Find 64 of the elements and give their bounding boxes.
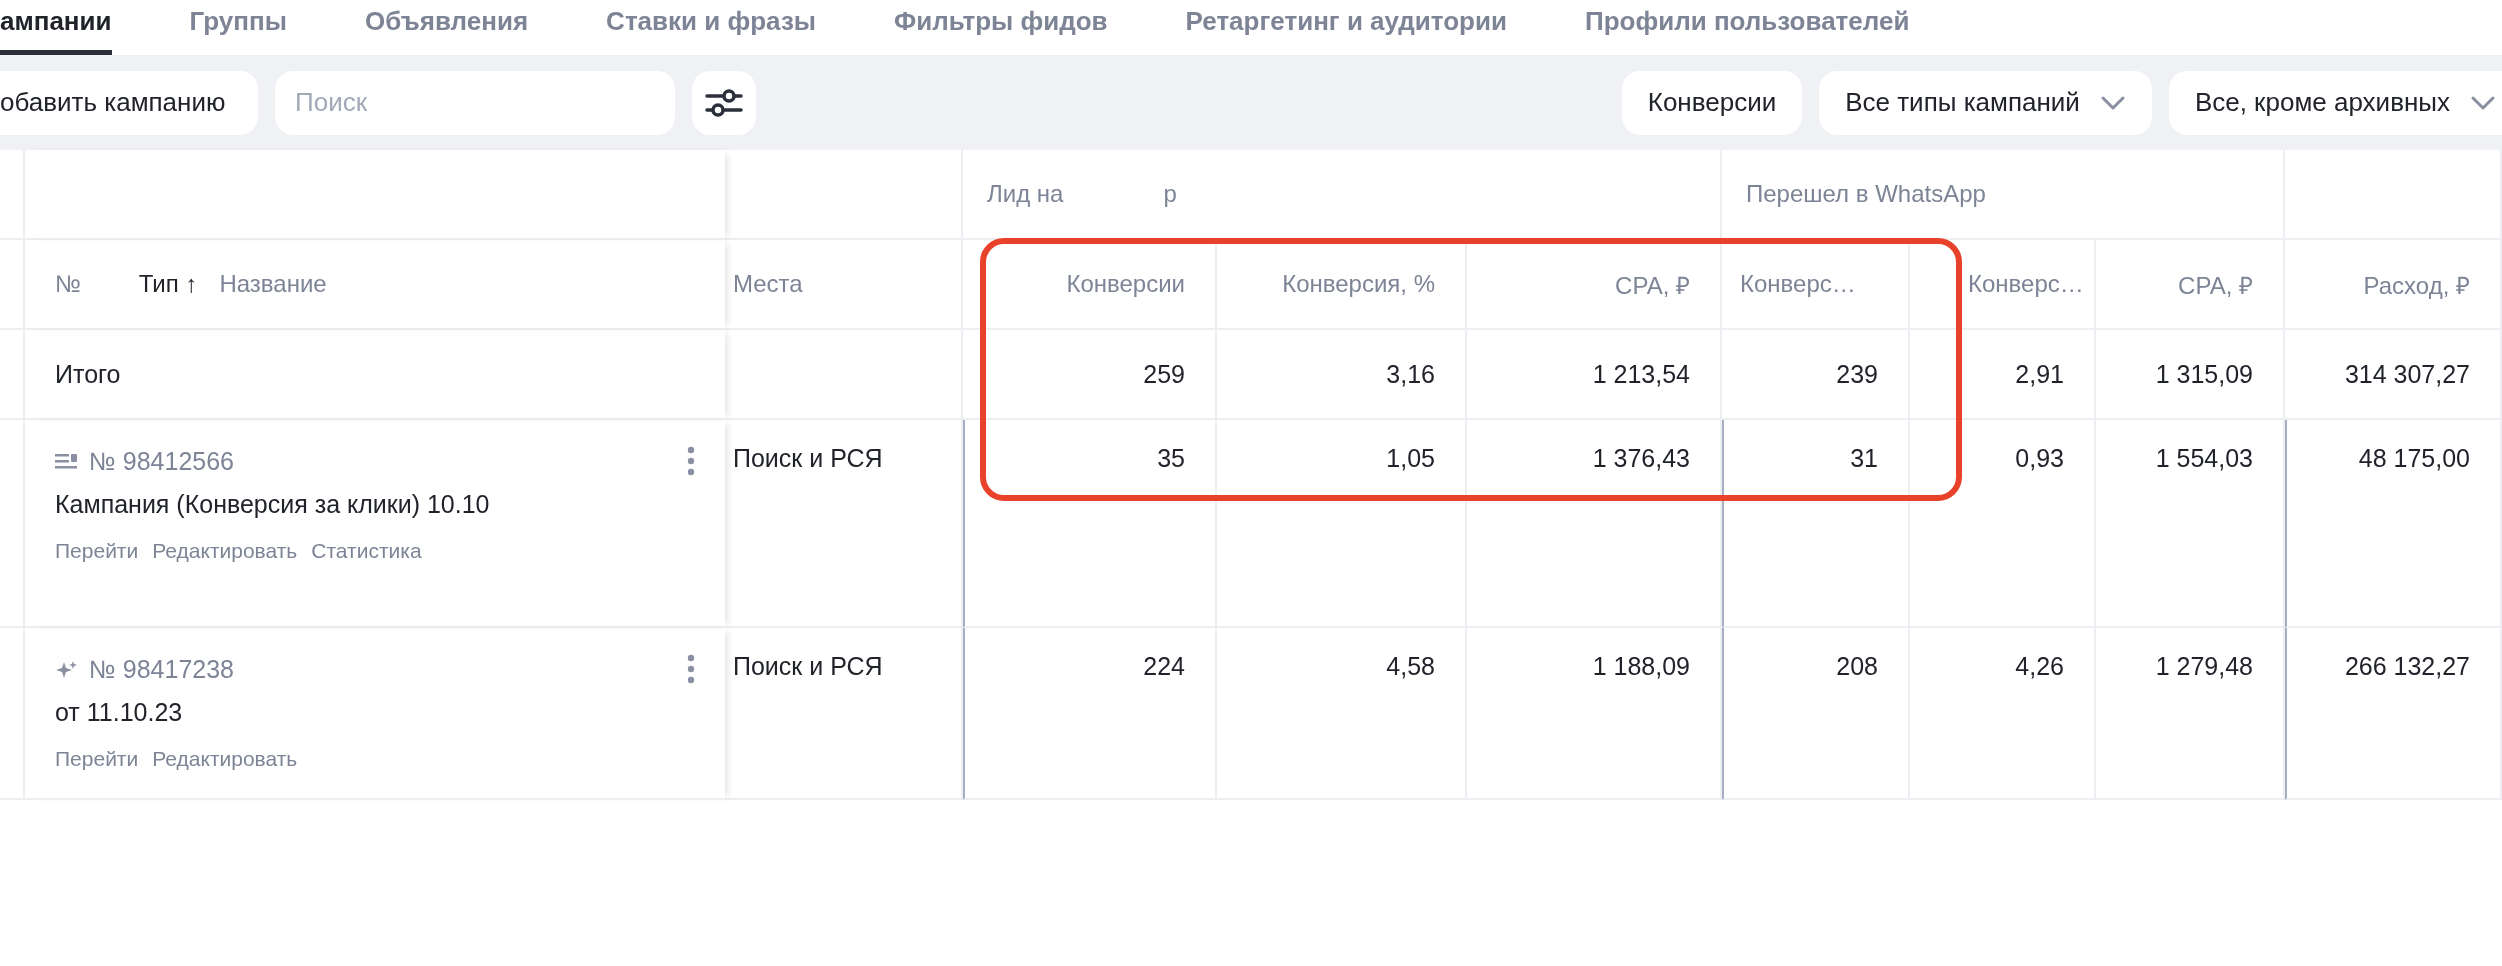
campaign-number: № 98417238 <box>89 654 234 684</box>
add-campaign-button[interactable]: обавить кампанию <box>0 70 258 135</box>
table-cell: 35 <box>1157 444 1185 473</box>
table-cell: 2,91 <box>2015 359 2064 389</box>
table-cell: 314 307,27 <box>2344 359 2470 389</box>
table-cell: 1,05 <box>1386 444 1435 473</box>
column-group-label: р <box>1163 180 1177 208</box>
table-cell: 4,26 <box>2015 652 2064 681</box>
table-cell: 1 279,48 <box>2155 652 2253 681</box>
total-label: Итого <box>55 359 121 389</box>
action-link[interactable]: Редактировать <box>152 747 298 771</box>
filter-settings-button[interactable] <box>692 70 756 135</box>
sparkle-icon <box>55 659 77 679</box>
table-cell: 1 315,09 <box>2155 359 2253 389</box>
column-header[interactable]: Конверсии <box>1066 270 1185 298</box>
more-menu-icon <box>687 446 695 476</box>
more-menu-icon <box>687 654 695 684</box>
tab[interactable]: Ретаргетинг и аудитории <box>1185 0 1507 55</box>
column-header[interactable]: Места <box>733 270 803 298</box>
action-link[interactable]: Редактировать <box>152 539 298 563</box>
table-cell: 1 213,54 <box>1592 359 1690 389</box>
column-header[interactable]: Расход, ₽ <box>2363 267 2470 301</box>
tab[interactable]: Ставки и фразы <box>606 0 817 55</box>
action-link[interactable]: Перейти <box>55 539 139 563</box>
tab[interactable]: Объявления <box>364 0 529 55</box>
column-header[interactable]: CPA, ₽ <box>2178 267 2253 301</box>
table-cell: 3,16 <box>1386 359 1435 389</box>
table-cell: 0,93 <box>2015 444 2064 473</box>
dropdown-button[interactable]: Все типы кампаний <box>1819 70 2152 135</box>
column-group-label: Лид на <box>987 180 1064 208</box>
table-cell: 208 <box>1836 652 1878 681</box>
tab[interactable]: Профили пользователей <box>1585 0 1910 55</box>
column-header[interactable]: Конверсия, % <box>1282 270 1435 298</box>
action-link[interactable]: Перейти <box>55 747 139 771</box>
table-cell: Поиск и РСЯ <box>733 652 883 681</box>
campaign-name: от 11.10.23 <box>55 698 184 727</box>
table-cell: 1 554,03 <box>2155 444 2253 473</box>
column-header[interactable]: Тип ↑ <box>138 270 198 298</box>
table-cell: 266 132,27 <box>2344 652 2470 681</box>
search-field[interactable]: Поиск <box>275 70 675 135</box>
column-header[interactable]: Название <box>219 270 327 298</box>
dropdown-button[interactable]: Все, кроме архивных <box>2168 70 2502 135</box>
campaign-number: № 98412566 <box>89 446 234 476</box>
table-cell: 224 <box>1143 652 1185 681</box>
table-cell: 1 376,43 <box>1592 444 1690 473</box>
action-link[interactable]: Статистика <box>311 539 422 563</box>
filter-button[interactable]: Конверсии <box>1621 70 1803 135</box>
table-cell: 48 175,00 <box>2358 444 2470 473</box>
column-header[interactable]: CPA, ₽ <box>1615 267 1690 301</box>
table-cell: 259 <box>1143 359 1185 389</box>
column-group-label: Перешел в WhatsApp <box>1746 180 1986 208</box>
lines-icon <box>55 451 77 471</box>
sliders-icon <box>704 86 744 119</box>
campaign-name: Кампания (Конверсия за клики) 10.10 <box>55 490 491 519</box>
table-cell: 31 <box>1850 444 1878 473</box>
table-cell: 1 188,09 <box>1592 652 1690 681</box>
tab[interactable]: Фильтры фидов <box>894 0 1108 55</box>
tab[interactable]: Группы <box>189 0 287 55</box>
table-cell: 239 <box>1836 359 1878 389</box>
table-cell: Поиск и РСЯ <box>733 444 883 473</box>
table-cell: 4,58 <box>1386 652 1435 681</box>
column-header[interactable]: № <box>55 270 81 298</box>
column-header[interactable]: Конверс… <box>1740 270 1856 298</box>
column-header[interactable]: Конверс… <box>1968 270 2084 298</box>
